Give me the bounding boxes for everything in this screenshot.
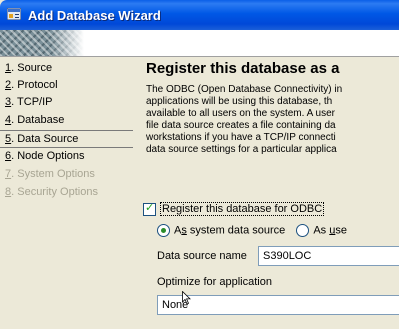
register-odbc-label: Register this database for ODBC [160, 202, 325, 216]
nav-item-protocol[interactable]: 2. Protocol [5, 77, 130, 94]
radio-label-part: As [313, 224, 330, 237]
system-data-source-option[interactable]: As system data source [157, 224, 285, 237]
description-text: The ODBC (Open Database Connectivity) in… [146, 84, 399, 156]
optimize-application-select[interactable]: None [157, 295, 399, 315]
nav-item-label: . Source [11, 62, 53, 74]
title-bar[interactable]: Add Database Wizard [0, 0, 399, 30]
user-data-source-option[interactable]: As use [296, 224, 347, 237]
mouse-cursor-icon [182, 291, 191, 305]
wizard-content: Register this database as a The ODBC (Op… [133, 57, 399, 329]
nav-item-label: . Protocol [11, 79, 58, 91]
page-heading: Register this database as a [146, 60, 340, 77]
nav-item-data-source[interactable]: 5. Data Source [0, 130, 133, 148]
system-data-source-radio[interactable] [157, 224, 170, 237]
nav-item-label: . TCP/IP [11, 96, 53, 108]
description-line: available to all users on the system. A … [146, 108, 335, 119]
nav-item-system-options: 7. System Options [5, 166, 130, 183]
wizard-banner [0, 30, 399, 57]
banner-graphic [0, 30, 84, 56]
nav-item-label: . Database [11, 114, 65, 126]
description-line: data source settings for a particular ap… [146, 144, 337, 155]
nav-item-label: . System Options [11, 168, 95, 180]
radio-label-part: system data source [186, 224, 286, 237]
nav-item-tcpip[interactable]: 3. TCP/IP [5, 94, 130, 111]
register-odbc-option[interactable]: Register this database for ODBC [143, 201, 325, 216]
description-line: file data source creates a file containi… [146, 120, 336, 131]
nav-item-label: . Node Options [11, 150, 85, 162]
description-line: applications will be using this database… [146, 96, 333, 107]
nav-item-node-options[interactable]: 6. Node Options [5, 148, 130, 165]
user-data-source-radio[interactable] [296, 224, 310, 237]
nav-item-database[interactable]: 4. Database [5, 112, 130, 129]
window-title: Add Database Wizard [28, 8, 161, 23]
data-source-name-label: Data source name [157, 250, 247, 262]
nav-item-source[interactable]: 1. Source [5, 60, 130, 77]
wizard-window: Add Database Wizard 1. Source 2. Protoco… [0, 0, 399, 329]
description-line: workstations if you have a TCP/IP connec… [146, 132, 336, 143]
nav-item-security-options: 8. Security Options [5, 184, 130, 201]
data-source-name-field[interactable]: S390LOC [258, 246, 399, 266]
radio-label-part: se [335, 224, 347, 237]
register-odbc-checkbox[interactable] [143, 201, 156, 216]
nav-item-label: . Data Source [11, 133, 79, 145]
wizard-step-nav: 1. Source 2. Protocol 3. TCP/IP 4. Datab… [0, 57, 133, 329]
description-line: The ODBC (Open Database Connectivity) in [146, 84, 343, 95]
nav-item-label: . Security Options [11, 186, 98, 198]
optimize-label: Optimize for application [157, 276, 272, 288]
data-source-type-group: As system data source As use [157, 224, 355, 237]
database-window-icon [7, 8, 21, 20]
